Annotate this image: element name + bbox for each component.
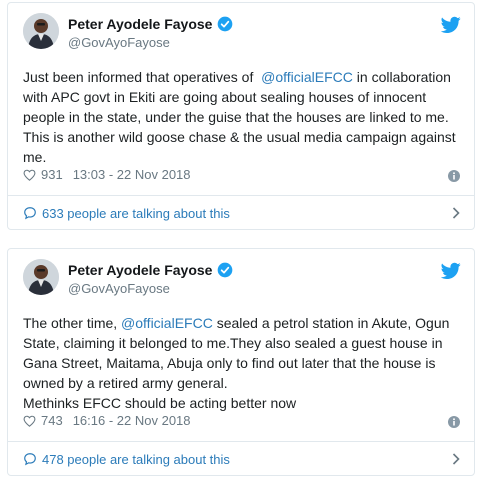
twitter-bird-icon[interactable] xyxy=(441,16,461,34)
conversation-link[interactable]: 633 people are talking about this xyxy=(23,203,464,223)
tweet-text: The other time, @officialEFCC sealed a p… xyxy=(23,313,463,413)
user-handle[interactable]: @GovAyoFayose xyxy=(68,35,170,50)
divider xyxy=(8,441,474,442)
like-count[interactable]: 743 xyxy=(41,413,63,428)
tweet-meta: 743 16:16 - 22 Nov 2018 xyxy=(23,413,191,428)
talking-count-text[interactable]: 478 people are talking about this xyxy=(42,452,230,467)
tweet-meta: 931 13:03 - 22 Nov 2018 xyxy=(23,167,191,182)
conversation-link[interactable]: 478 people are talking about this xyxy=(23,449,464,469)
avatar[interactable] xyxy=(23,13,59,49)
like-count[interactable]: 931 xyxy=(41,167,63,182)
tweet-card: Peter Ayodele Fayose @GovAyoFayose Just … xyxy=(7,2,475,230)
verified-icon xyxy=(218,16,233,32)
timestamp[interactable]: 13:03 - 22 Nov 2018 xyxy=(73,167,191,182)
speech-bubble-icon xyxy=(24,453,36,466)
info-icon[interactable] xyxy=(448,170,460,182)
heart-icon[interactable] xyxy=(23,169,36,181)
tweet-card: Peter Ayodele Fayose @GovAyoFayose The o… xyxy=(7,248,475,476)
user-handle[interactable]: @GovAyoFayose xyxy=(68,281,170,296)
timestamp[interactable]: 16:16 - 22 Nov 2018 xyxy=(73,413,191,428)
tweet-text: Just been informed that operatives of @o… xyxy=(23,67,463,167)
chevron-right-icon[interactable] xyxy=(452,207,460,219)
mention-link[interactable]: @officialEFCC xyxy=(261,69,353,85)
display-name[interactable]: Peter Ayodele Fayose xyxy=(68,16,212,32)
twitter-bird-icon[interactable] xyxy=(441,262,461,280)
speech-bubble-icon xyxy=(24,207,36,220)
talking-count-text[interactable]: 633 people are talking about this xyxy=(42,206,230,221)
info-icon[interactable] xyxy=(448,416,460,428)
mention-link[interactable]: @officialEFCC xyxy=(121,315,213,331)
avatar[interactable] xyxy=(23,259,59,295)
tweet-text-part: Just been informed that operatives of xyxy=(23,69,262,85)
divider xyxy=(8,195,474,196)
tweet-header: Peter Ayodele Fayose @GovAyoFayose xyxy=(23,13,463,53)
tweet-text-part: The other time, xyxy=(23,315,122,331)
verified-icon xyxy=(218,262,233,278)
display-name[interactable]: Peter Ayodele Fayose xyxy=(68,262,212,278)
chevron-right-icon[interactable] xyxy=(452,453,460,465)
tweet-header: Peter Ayodele Fayose @GovAyoFayose xyxy=(23,259,463,299)
heart-icon[interactable] xyxy=(23,415,36,427)
